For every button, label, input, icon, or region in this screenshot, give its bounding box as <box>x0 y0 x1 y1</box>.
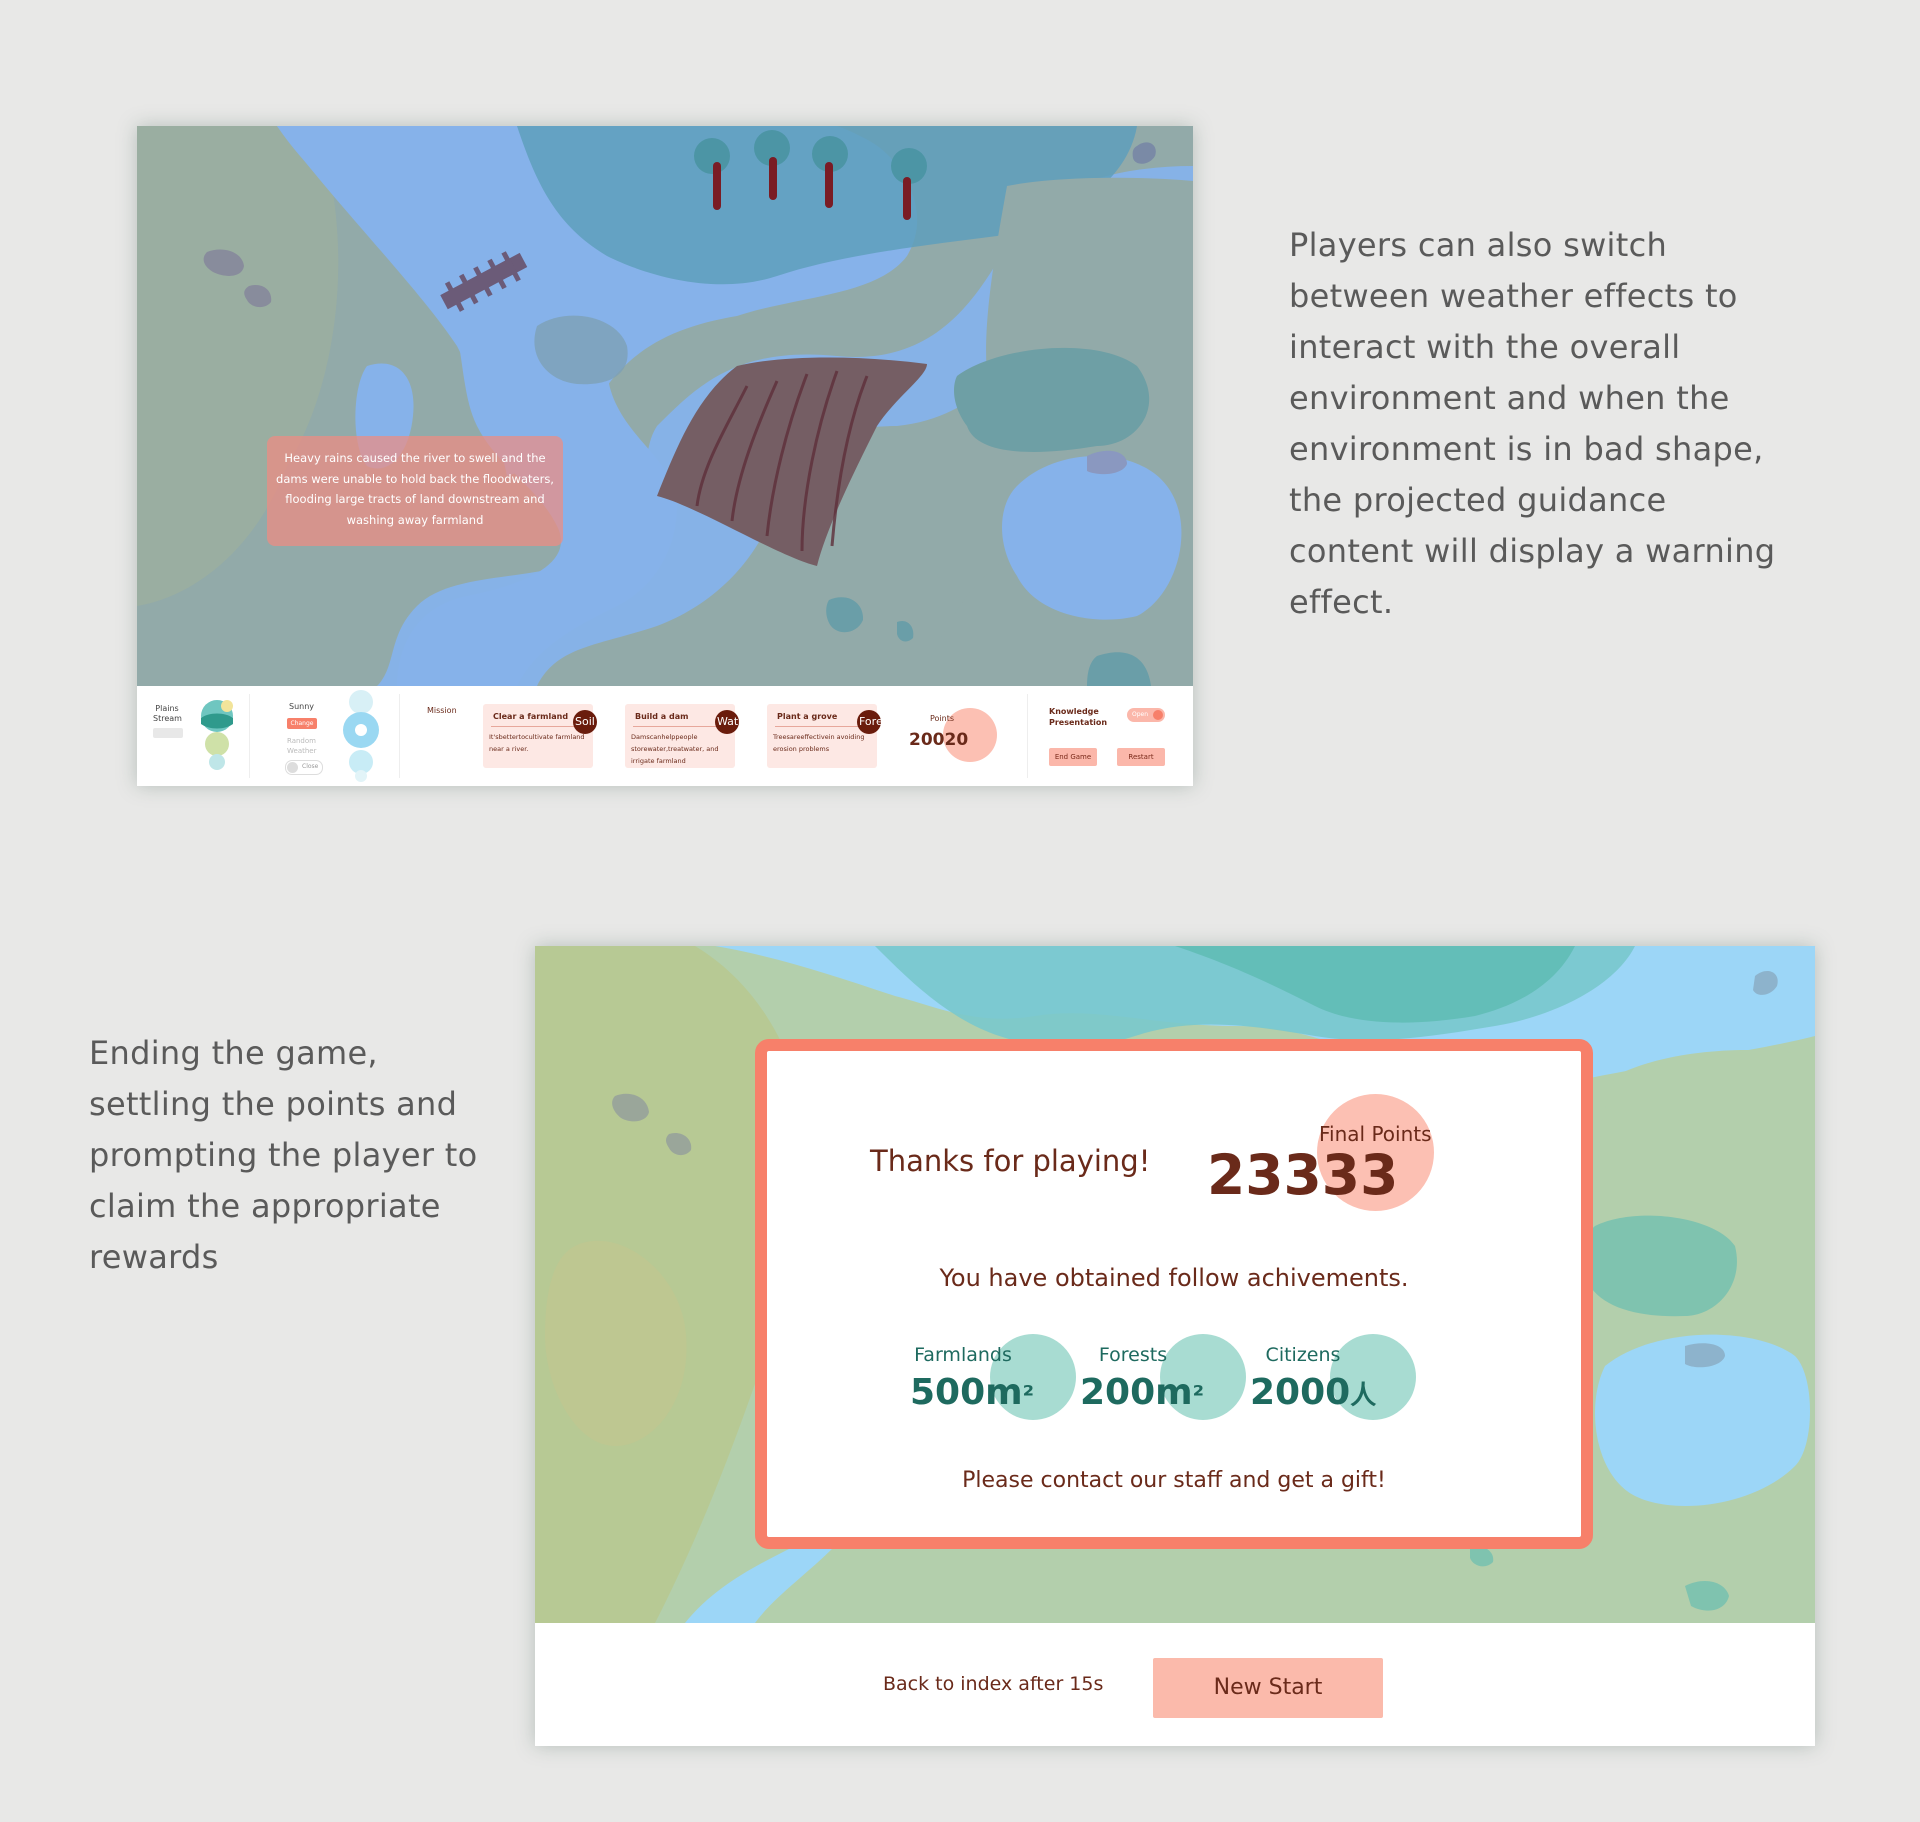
thanks-title: Thanks for playing! <box>870 1144 1151 1178</box>
toggle-knob <box>287 762 298 773</box>
mission-card-grove[interactable]: Plant a grove Treesareeffectivein avoidi… <box>767 704 893 768</box>
mission-description: Damscanhelppeople storewater,treatwater,… <box>631 733 719 765</box>
forest-badge: Forest <box>857 710 893 734</box>
random-weather-toggle[interactable]: Close <box>285 760 323 775</box>
mission-divider <box>775 726 869 727</box>
mission-description: Treesareeffectivein avoiding erosion pro… <box>773 733 865 753</box>
warning-message: Heavy rains caused the river to swell an… <box>267 436 563 546</box>
knowledge-line2: Presentation <box>1049 718 1108 727</box>
terrain-line1: Plains <box>155 704 179 713</box>
ending-footer: Back to index after 15s New Start <box>535 1623 1815 1746</box>
description-ending: Ending the game, settling the points and… <box>89 1034 478 1276</box>
achievement-label: Forests <box>1098 1344 1168 1366</box>
toggle-open-label: Open <box>1132 711 1149 718</box>
control-panel: Plains Stream Sunny Change Random Weathe… <box>137 686 1193 786</box>
mission-title: Plant a grove <box>777 712 838 721</box>
knowledge-line1: Knowledge <box>1049 707 1099 716</box>
mission-divider <box>491 726 585 727</box>
description-weather: Players can also switch between weather … <box>1289 226 1776 621</box>
soil-badge: Soil <box>573 710 597 734</box>
knowledge-toggle[interactable]: Open <box>1127 708 1165 722</box>
terrain-line2: Stream <box>153 714 182 723</box>
restart-button[interactable]: Restart <box>1117 748 1165 766</box>
result-dialog: Thanks for playing! Final Points 23333 Y… <box>755 1039 1593 1549</box>
achievement-value: 500m² <box>910 1372 1035 1413</box>
mission-card-farmland[interactable]: Clear a farmland It'sbettertocultivate f… <box>483 704 597 768</box>
points-label: Points <box>930 714 955 723</box>
game-screen-weather: Heavy rains caused the river to swell an… <box>137 126 1193 786</box>
mission-description: It'sbettertocultivate farmland near a ri… <box>489 733 585 753</box>
game-screen-ending: Thanks for playing! Final Points 23333 Y… <box>535 946 1815 1746</box>
back-countdown: Back to index after 15s <box>883 1673 1104 1695</box>
weather-label: Sunny <box>289 702 315 711</box>
new-start-button[interactable]: New Start <box>1153 1658 1383 1718</box>
change-weather-button[interactable]: Change <box>287 718 317 729</box>
achievements-heading: You have obtained follow achivements. <box>939 1264 1409 1292</box>
weather-icon[interactable] <box>341 690 381 782</box>
achievement-value: 200m² <box>1080 1372 1205 1413</box>
mission-title: Build a dam <box>635 712 689 721</box>
terrain-toggle[interactable] <box>153 728 183 738</box>
flood-map <box>137 126 1193 686</box>
toggle-knob <box>1153 710 1163 720</box>
end-game-button[interactable]: End Game <box>1049 748 1097 766</box>
achievement-label: Citizens <box>1265 1344 1341 1366</box>
close-label: Close <box>302 763 319 770</box>
gift-message: Please contact our staff and get a gift! <box>962 1468 1386 1493</box>
mission-divider <box>633 726 727 727</box>
points-value: 20020 <box>909 730 969 750</box>
final-points-value: 23333 <box>1207 1143 1399 1207</box>
achievement-label: Farmlands <box>914 1344 1012 1366</box>
achievement-citizens: Citizens 2000人 <box>1250 1334 1420 1434</box>
terrain-icon[interactable] <box>197 700 237 770</box>
water-badge: Water <box>715 710 750 734</box>
mission-label: Mission <box>427 706 457 715</box>
mission-card-dam[interactable]: Build a dam Damscanhelppeople storewater… <box>625 704 750 768</box>
mission-title: Clear a farmland <box>493 712 569 721</box>
achievement-value: 2000人 <box>1250 1372 1377 1413</box>
random-weather-label: Random Weather <box>287 737 317 755</box>
